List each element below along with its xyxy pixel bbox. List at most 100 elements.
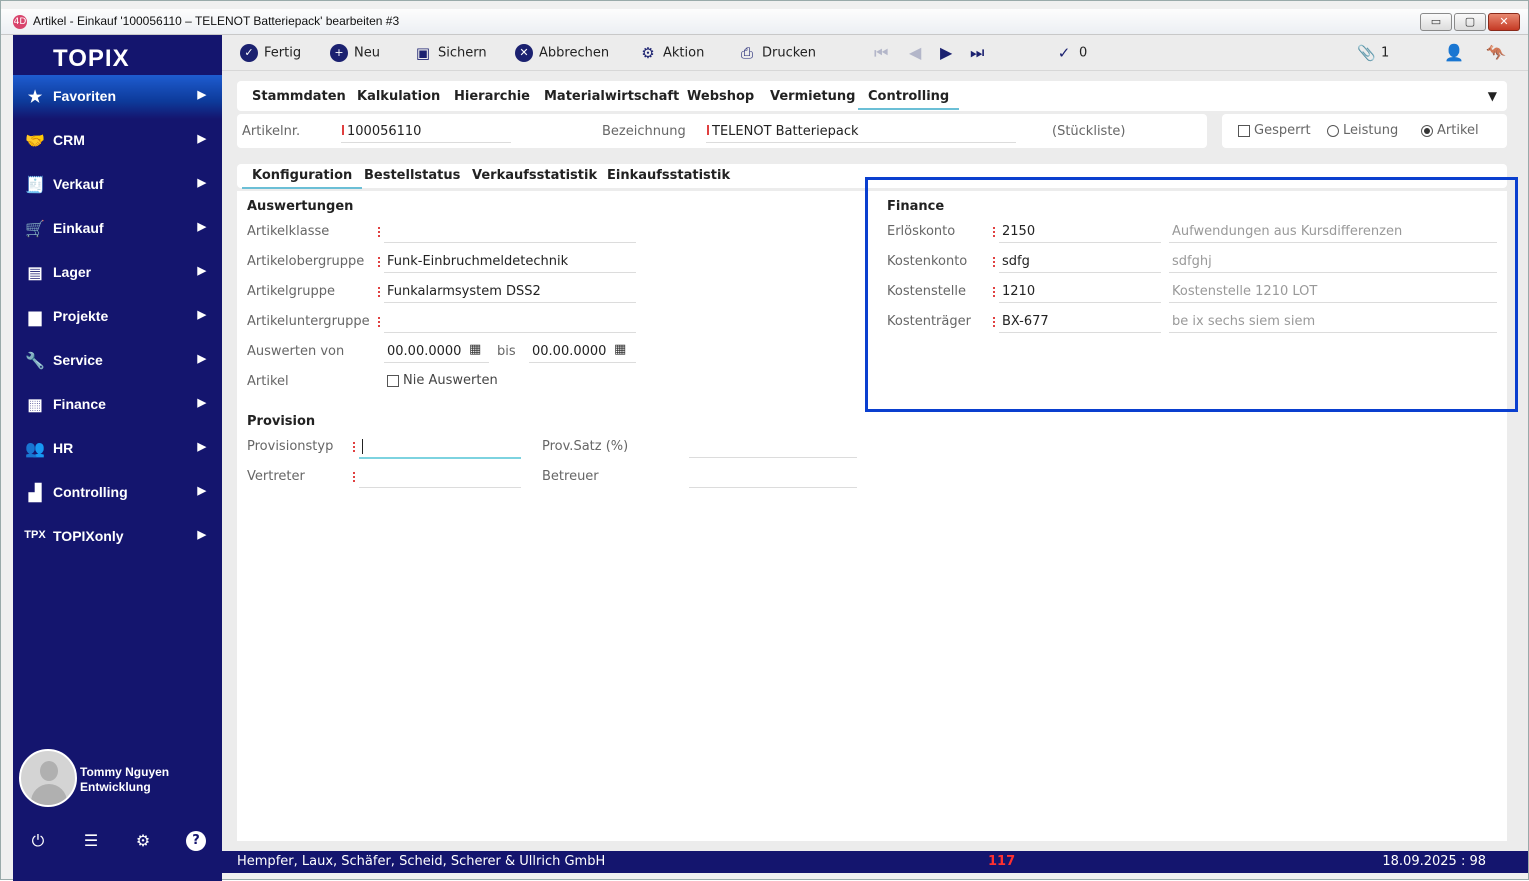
avatar[interactable]	[19, 749, 77, 807]
fertig-button[interactable]: ✓ Fertig	[240, 44, 301, 64]
sidebar-item-einkauf[interactable]: 🛒 Einkauf ▶	[13, 207, 222, 251]
sidebar-item-crm[interactable]: 🤝 CRM ▶	[13, 119, 222, 163]
sidebar-item-controlling[interactable]: ▟ Controlling ▶	[13, 471, 222, 515]
cancel-circle-icon: ✕	[515, 44, 533, 62]
fertig-label: Fertig	[264, 45, 302, 61]
tab-controlling[interactable]: Controlling	[857, 89, 960, 110]
tab-einkaufsstatistik[interactable]: Einkaufsstatistik	[607, 168, 730, 183]
artikelobergruppe-input[interactable]: Funk-Einbruchmeldetechnik	[387, 254, 568, 269]
power-icon[interactable]: ⏻	[28, 831, 48, 851]
artikeluntergruppe-label: Artikeluntergruppe	[247, 314, 370, 329]
tab-kalkulation[interactable]: Kalkulation	[357, 89, 440, 104]
provisionstyp-label: Provisionstyp	[247, 439, 334, 454]
list-icon[interactable]: ☰	[81, 831, 101, 851]
chevron-down-icon[interactable]: ▼	[1488, 89, 1497, 103]
artikelobergruppe-label: Artikelobergruppe	[247, 254, 365, 269]
save-icon: ▣	[415, 44, 431, 62]
tab-stammdaten[interactable]: Stammdaten	[252, 89, 346, 104]
avatar-body	[31, 784, 67, 805]
aktion-button[interactable]: ⚙ Aktion	[639, 44, 704, 64]
provisionstyp-input[interactable]	[362, 439, 363, 454]
tab-hierarchie[interactable]: Hierarchie	[454, 89, 530, 104]
sichern-button[interactable]: ▣ Sichern	[414, 44, 487, 64]
sidebar-item-finance[interactable]: ▦ Finance ▶	[13, 383, 222, 427]
abbrechen-button[interactable]: ✕ Abbrechen	[515, 44, 609, 64]
sidebar-item-label: Finance	[53, 396, 106, 412]
handshake-icon: 🤝	[25, 133, 45, 150]
chevron-right-icon: ▶	[197, 133, 206, 145]
sidebar-item-topixonly[interactable]: TPX TOPIXonly ▶	[13, 515, 222, 559]
article-flags: Gesperrt Leistung Artikel	[1222, 114, 1507, 148]
artikelgruppe-input[interactable]: Funkalarmsystem DSS2	[387, 284, 541, 299]
warehouse-icon: ▤	[27, 265, 43, 282]
sidebar-item-hr[interactable]: 👥 HR ▶	[13, 427, 222, 471]
sidebar-item-label: CRM	[53, 132, 85, 148]
drucken-button[interactable]: ⎙ Drucken	[738, 44, 816, 64]
bis-label: bis	[497, 344, 516, 359]
gear-icon[interactable]: ⚙	[133, 831, 153, 851]
help-icon[interactable]: ?	[186, 831, 206, 851]
chevron-right-icon: ▶	[197, 441, 206, 453]
required-marker	[707, 125, 709, 135]
aktion-label: Aktion	[663, 45, 705, 61]
artikel-label: Artikel	[247, 374, 289, 389]
tab-verkaufsstatistik[interactable]: Verkaufsstatistik	[472, 168, 597, 183]
required-marker	[378, 317, 380, 327]
topix-logo: TOPIX	[53, 45, 130, 72]
sidebar-item-label: Verkauf	[53, 176, 104, 192]
artikel-label: Artikel	[1437, 123, 1479, 138]
sidebar-item-verkauf[interactable]: 🧾 Verkauf ▶	[13, 163, 222, 207]
user-icon[interactable]: 👤	[1444, 43, 1464, 62]
calendar-icon[interactable]: ▦	[469, 342, 481, 357]
von-date-input[interactable]: 00.00.0000	[387, 344, 461, 359]
tab-vermietung[interactable]: Vermietung	[770, 89, 855, 104]
field-underline	[384, 272, 636, 273]
neu-label: Neu	[354, 45, 380, 61]
vertreter-input[interactable]	[359, 487, 521, 488]
neu-button[interactable]: + Neu	[330, 44, 380, 64]
tab-materialwirtschaft[interactable]: Materialwirtschaft	[544, 89, 679, 104]
sidebar-item-projekte[interactable]: ▆ Projekte ▶	[13, 295, 222, 339]
tab-bestellstatus[interactable]: Bestellstatus	[364, 168, 460, 183]
field-underline	[529, 362, 636, 363]
folder-icon: ▆	[28, 309, 42, 326]
check-counter[interactable]: ✓ 0	[1055, 44, 1088, 64]
artikel-radio[interactable]	[1421, 125, 1433, 137]
maximize-button[interactable]: ▢	[1454, 13, 1486, 31]
check-circle-icon: ✓	[240, 44, 258, 62]
gear-icon: ⚙	[641, 44, 655, 62]
gesperrt-checkbox[interactable]	[1238, 125, 1250, 137]
last-record-icon[interactable]: ⏭	[970, 43, 984, 63]
minimize-button[interactable]: ▭	[1420, 13, 1452, 31]
printer-icon: ⎙	[740, 44, 753, 62]
field-underline	[384, 302, 636, 303]
star-icon: ★	[27, 89, 43, 106]
kangaroo-icon[interactable]: 🦘	[1486, 43, 1506, 62]
artikelnr-input[interactable]: 100056110	[347, 124, 421, 139]
tab-webshop[interactable]: Webshop	[687, 89, 754, 104]
chevron-right-icon: ▶	[197, 265, 206, 277]
sidebar-item-service[interactable]: 🔧 Service ▶	[13, 339, 222, 383]
abbrechen-label: Abbrechen	[539, 45, 610, 61]
prov-satz-input[interactable]	[689, 457, 857, 458]
sidebar-item-favoriten[interactable]: ★ Favoriten ▶	[13, 75, 222, 119]
sidebar-item-label: Projekte	[53, 308, 109, 324]
next-record-icon[interactable]: ▶	[940, 43, 952, 62]
field-underline	[341, 142, 511, 143]
previous-record-icon: ◀	[909, 43, 922, 62]
tab-konfiguration[interactable]: Konfiguration	[241, 168, 363, 189]
attachments-button[interactable]: 📎 1	[1357, 44, 1389, 64]
close-button[interactable]: ✕	[1488, 13, 1520, 31]
tpx-icon: TPX	[24, 529, 46, 541]
betreuer-input[interactable]	[689, 487, 857, 488]
calendar-icon[interactable]: ▦	[614, 342, 626, 357]
bis-date-input[interactable]: 00.00.0000	[532, 344, 606, 359]
drucken-label: Drucken	[762, 45, 817, 61]
sidebar-item-lager[interactable]: ▤ Lager ▶	[13, 251, 222, 295]
nie-auswerten-checkbox[interactable]	[387, 375, 399, 387]
company-name: Hempfer, Laux, Schäfer, Scheid, Scherer …	[237, 854, 606, 869]
provision-section: Provision Provisionstyp Prov.Satz (%) Ve…	[237, 408, 857, 498]
bezeichnung-input[interactable]: TELENOT Batteriepack	[712, 124, 859, 139]
leistung-radio[interactable]	[1327, 125, 1339, 137]
calculator-icon: ▦	[27, 397, 43, 414]
